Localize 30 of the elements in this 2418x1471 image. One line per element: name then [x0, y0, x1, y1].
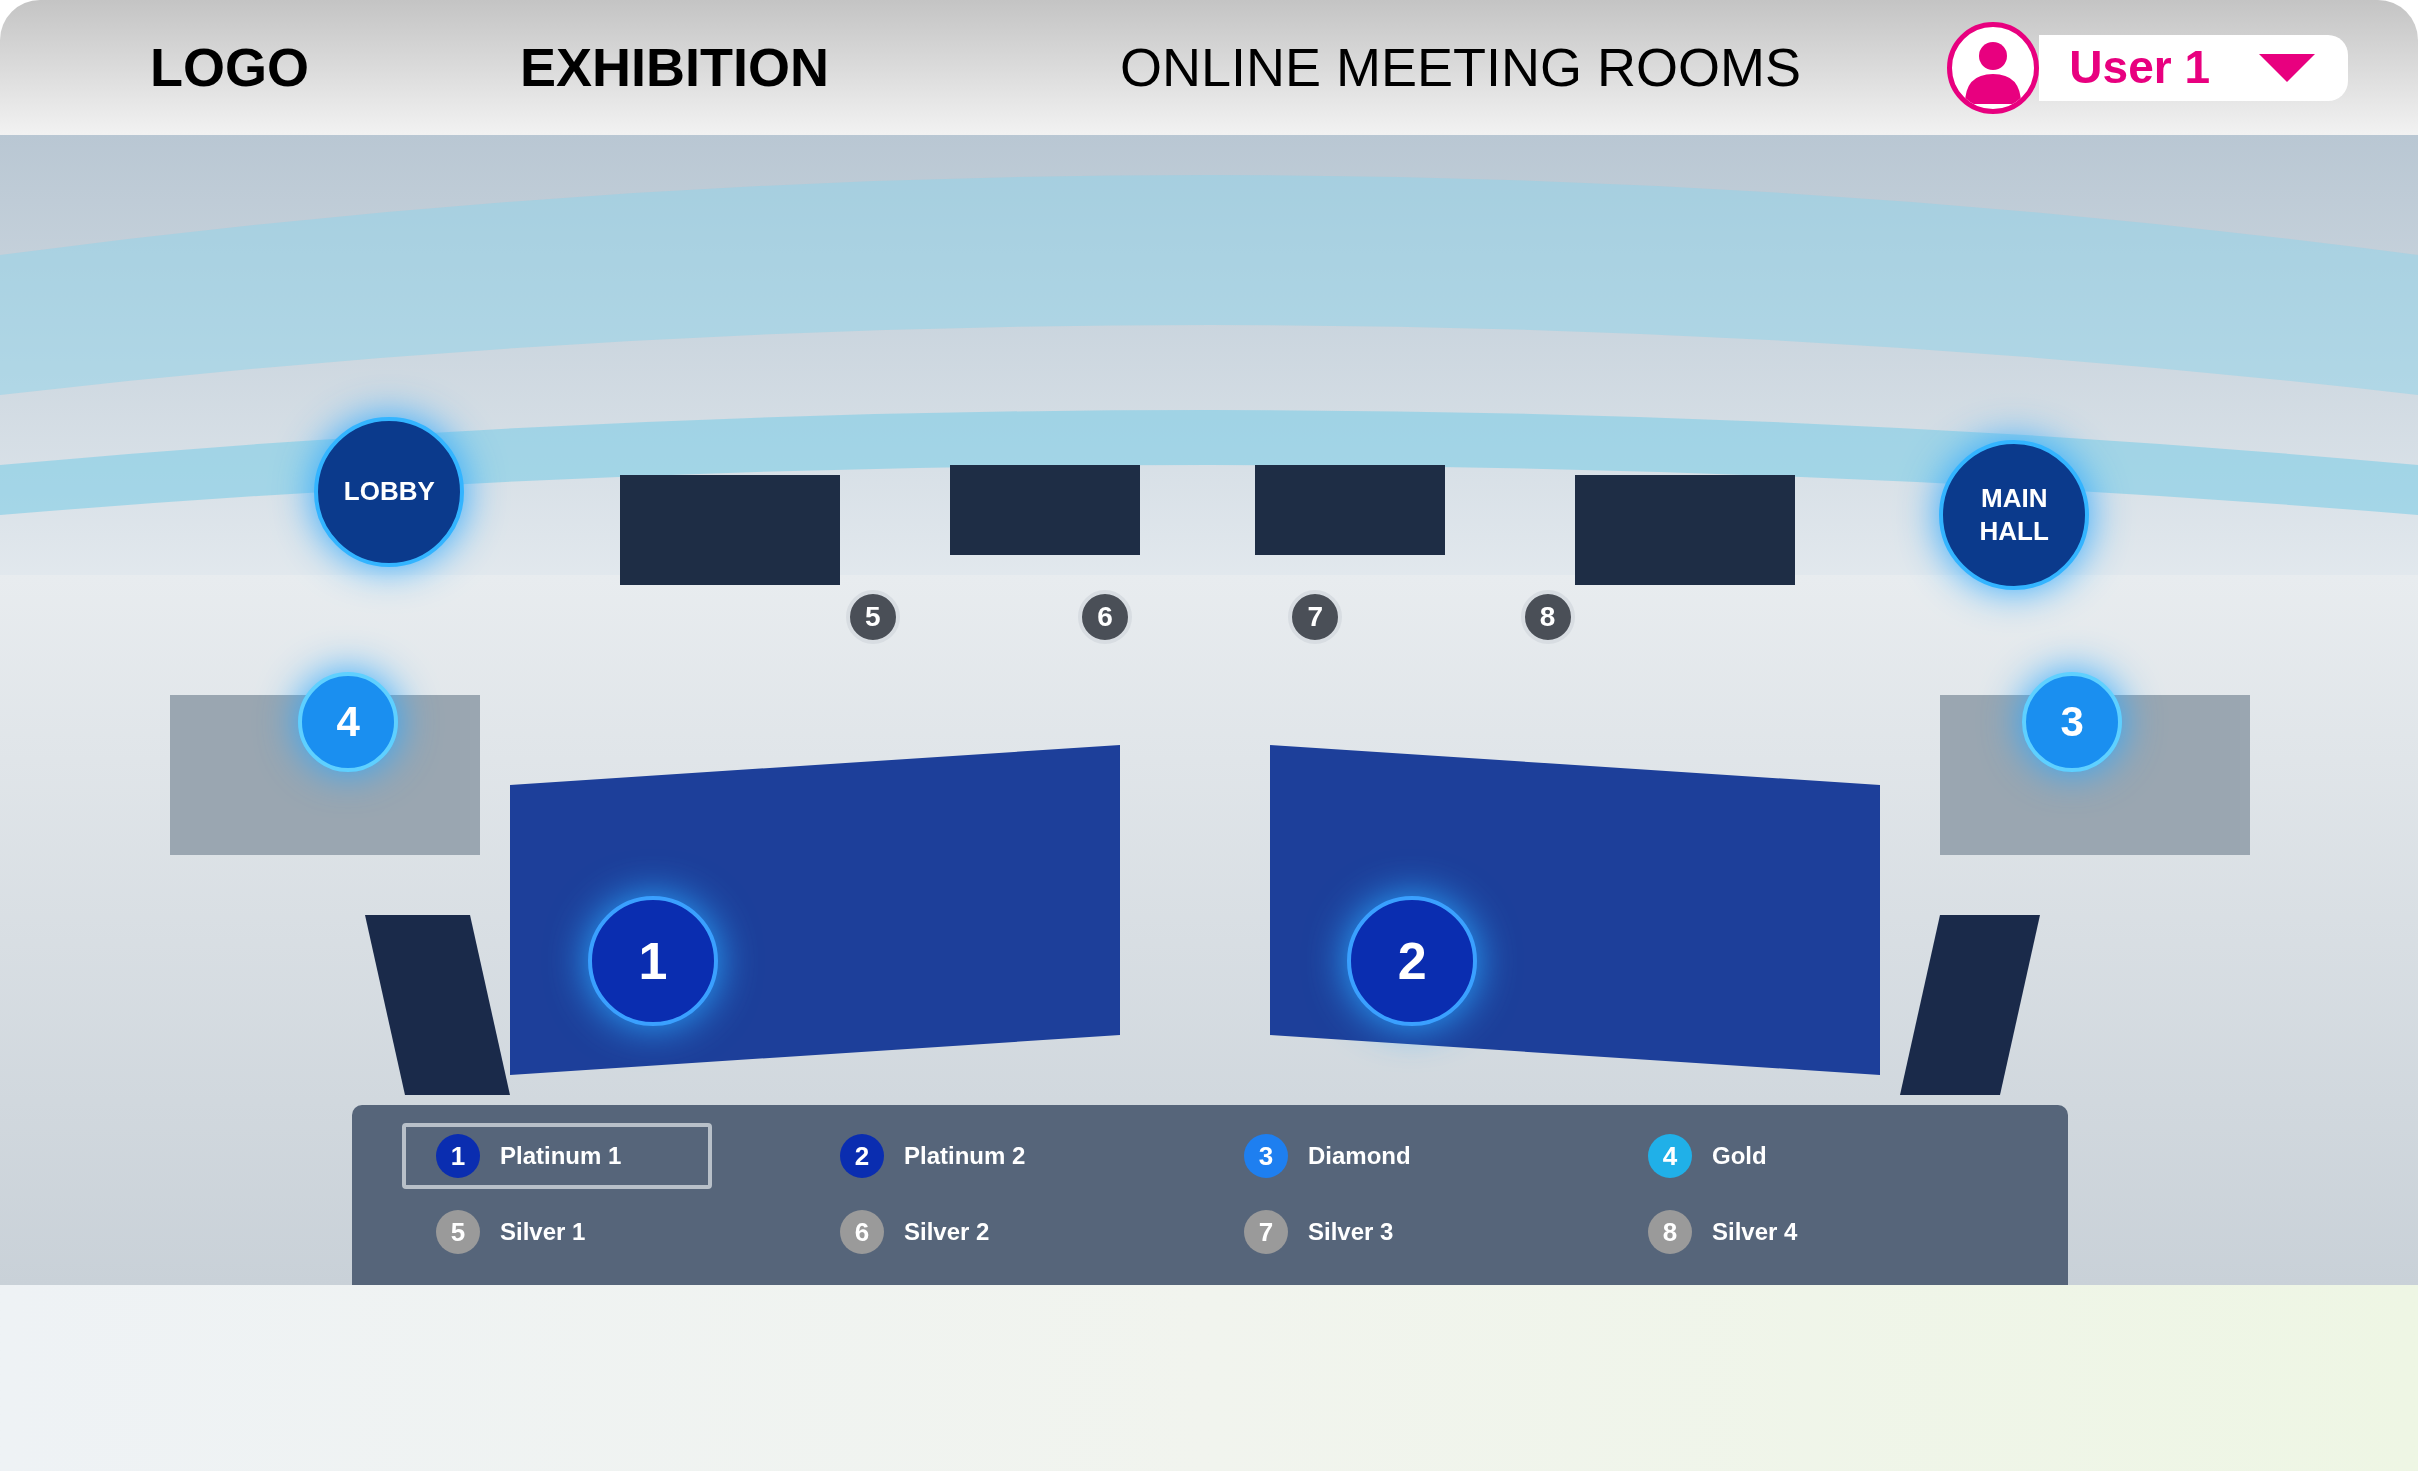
legend-item[interactable]: 8 Silver 4	[1614, 1199, 1924, 1265]
legend-label: Diamond	[1308, 1141, 1411, 1171]
legend-item[interactable]: 2 Platinum 2	[806, 1123, 1116, 1189]
legend-item[interactable]: 3 Diamond	[1210, 1123, 1520, 1189]
legend-label: Silver 4	[1712, 1217, 1798, 1247]
user-name: User 1	[2069, 40, 2210, 95]
logo: LOGO	[150, 36, 310, 99]
legend-number: 1	[436, 1134, 480, 1178]
legend-number: 6	[840, 1210, 884, 1254]
legend-item[interactable]: 1 Platinum 1	[402, 1123, 712, 1189]
legend-number: 7	[1244, 1210, 1288, 1254]
legend-number: 8	[1648, 1210, 1692, 1254]
legend-label: Gold	[1712, 1141, 1767, 1171]
legend-label: Silver 2	[904, 1217, 990, 1247]
legend-number: 3	[1244, 1134, 1288, 1178]
legend-label: Platinum 2	[904, 1141, 1026, 1171]
legend-label: Silver 3	[1308, 1217, 1394, 1247]
user-menu[interactable]: User 1	[2039, 34, 2348, 101]
legend-number: 2	[840, 1134, 884, 1178]
legend-item[interactable]: 6 Silver 2	[806, 1199, 1116, 1265]
caret-icon	[2258, 53, 2316, 82]
legend-item[interactable]: 4 Gold	[1614, 1123, 1924, 1189]
legend-number: 4	[1648, 1134, 1692, 1178]
nav-tab[interactable]: EXHIBITION	[520, 27, 1120, 108]
nav-tab[interactable]: ONLINE MEETING ROOMS	[1120, 27, 1802, 108]
legend-label: Platinum 1	[500, 1141, 622, 1171]
legend-item[interactable]: 5 Silver 1	[402, 1199, 712, 1265]
legend-item[interactable]: 7 Silver 3	[1210, 1199, 1520, 1265]
legend-label: Silver 1	[500, 1217, 586, 1247]
legend-number: 5	[436, 1210, 480, 1254]
